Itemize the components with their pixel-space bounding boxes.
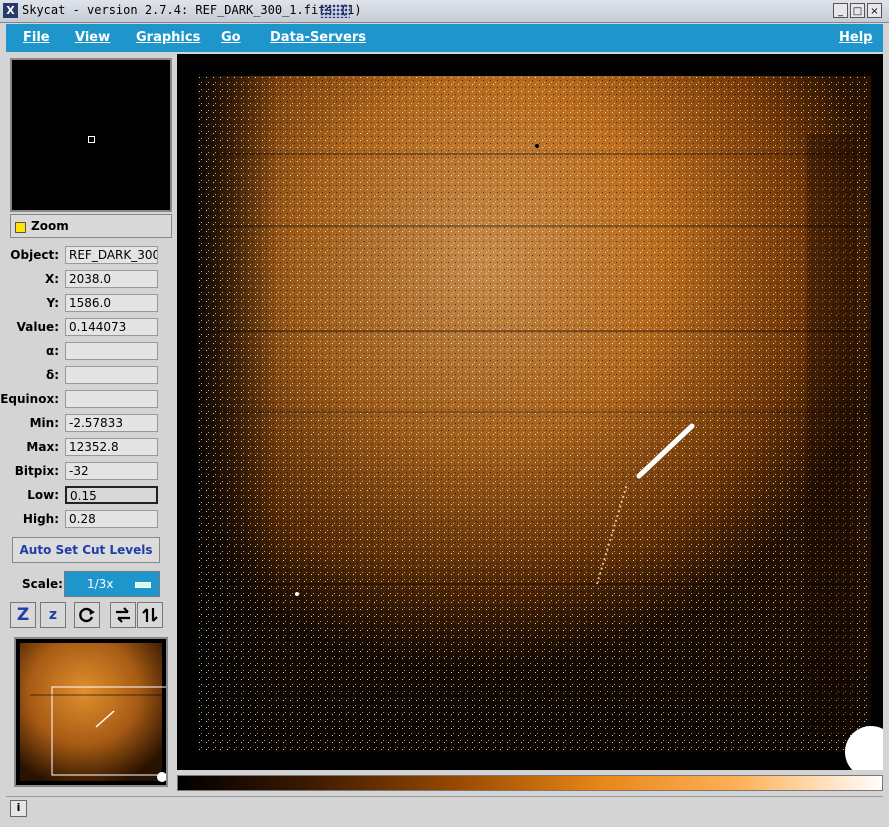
scale-label: Scale: [22,577,63,591]
zoom-label: Zoom [31,219,69,233]
value-field[interactable]: 0.144073 [65,318,158,336]
high-row: High: 0.28 [6,509,175,531]
equinox-field[interactable] [65,390,158,408]
image-display[interactable] [177,54,883,770]
min-field[interactable]: -2.57833 [65,414,158,432]
zoom-toggle[interactable]: Zoom [10,214,172,238]
fits-image [177,54,883,770]
flip-y-icon [142,608,158,622]
zoom-in-button[interactable]: Z [10,602,36,628]
high-label: High: [22,512,59,526]
y-row: Y: 1586.0 [6,293,175,315]
rotate-button[interactable] [74,602,100,628]
pan-window[interactable] [10,58,172,212]
alpha-field[interactable] [65,342,158,360]
window-menu-icon[interactable]: X [3,3,18,18]
min-row: Min: -2.57833 [6,413,175,435]
y-label: Y: [46,296,59,310]
object-label: Object: [10,248,59,262]
object-field[interactable]: REF_DARK_300 [65,246,158,264]
bitpix-row: Bitpix: -32 [6,461,175,483]
zoom-checkbox-icon[interactable] [15,222,26,233]
titlebar-grip [320,4,350,18]
close-button[interactable]: × [867,3,882,18]
bitpix-field[interactable]: -32 [65,462,158,480]
max-row: Max: 12352.8 [6,437,175,459]
scale-value: 1/3x [87,577,114,591]
max-label: Max: [26,440,59,454]
scale-menu-button[interactable]: 1/3x [64,571,160,597]
high-cut-input[interactable]: 0.28 [65,510,158,528]
colorbar[interactable] [177,775,883,791]
menu-bar: File View Graphics Go Data-Servers Help [6,24,883,52]
value-label: Value: [16,320,59,334]
info-icon[interactable]: i [10,800,27,817]
menu-help[interactable]: Help [839,30,872,45]
control-panel: Zoom Object: REF_DARK_300 X: 2038.0 Y: 1… [0,54,175,794]
zoom-out-button[interactable]: z [40,602,66,628]
x-row: X: 2038.0 [6,269,175,291]
low-row: Low: 0.15 [6,485,175,507]
value-row: Value: 0.144073 [6,317,175,339]
status-bar: i [6,796,883,819]
menu-graphics[interactable]: Graphics [136,30,200,45]
equinox-row: Equinox: [0,389,175,411]
pan-cursor[interactable] [88,136,95,143]
x-field[interactable]: 2038.0 [65,270,158,288]
object-row: Object: REF_DARK_300 [6,245,175,267]
auto-set-cut-levels-button[interactable]: Auto Set Cut Levels [12,537,160,563]
delta-label: δ: [45,368,59,382]
rotate-icon [79,607,95,623]
thumbnail-image [20,643,166,782]
maximize-button[interactable]: □ [850,3,865,18]
flip-x-icon [116,607,130,623]
x-label: X: [44,272,59,286]
menu-view[interactable]: View [75,30,110,45]
low-cut-input[interactable]: 0.15 [65,486,158,504]
window-title: Skycat - version 2.7.4: REF_DARK_300_1.f… [22,3,362,17]
bitpix-label: Bitpix: [14,464,59,478]
equinox-label: Equinox: [0,392,59,406]
flip-x-button[interactable] [110,602,136,628]
minimize-button[interactable]: _ [833,3,848,18]
low-label: Low: [27,488,59,502]
delta-row: δ: [6,365,175,387]
delta-field[interactable] [65,366,158,384]
flip-y-button[interactable] [137,602,163,628]
min-label: Min: [29,416,59,430]
menu-go[interactable]: Go [221,30,241,45]
title-bar: X Skycat - version 2.7.4: REF_DARK_300_1… [0,0,889,23]
alpha-row: α: [6,341,175,363]
option-menu-indicator-icon [135,582,151,588]
panner-thumbnail[interactable] [14,637,168,787]
menu-file[interactable]: File [23,30,50,45]
alpha-label: α: [45,344,59,358]
y-field[interactable]: 1586.0 [65,294,158,312]
max-field[interactable]: 12352.8 [65,438,158,456]
menu-data-servers[interactable]: Data-Servers [270,30,366,45]
